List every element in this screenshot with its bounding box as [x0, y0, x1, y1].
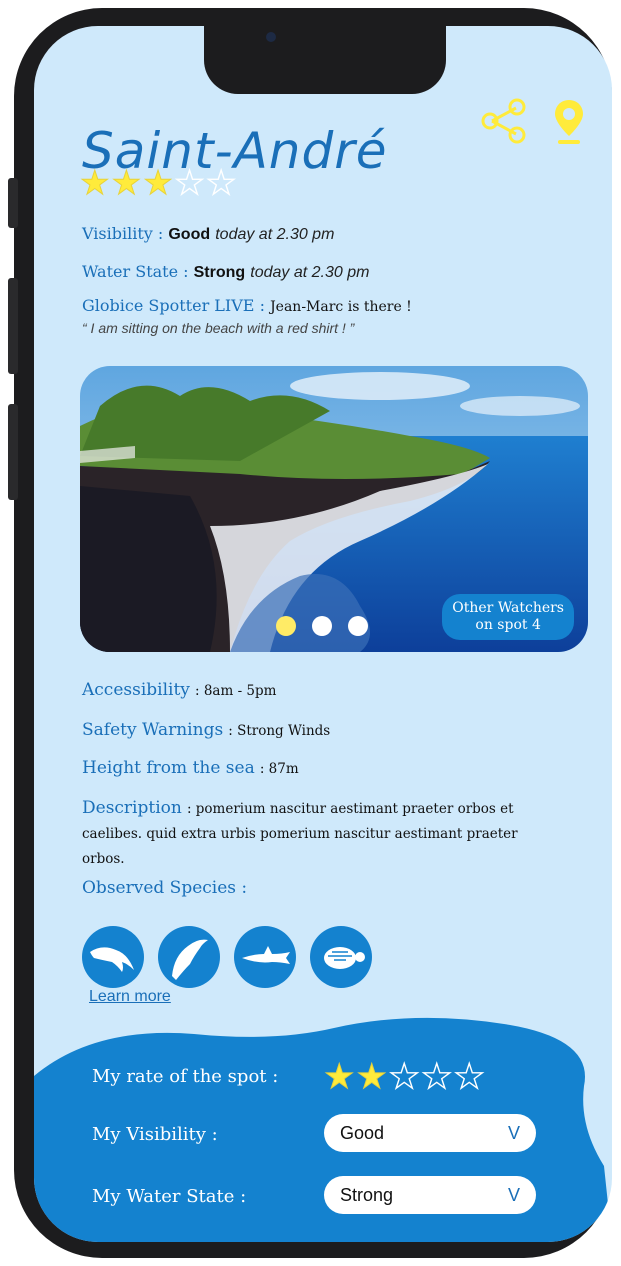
star-filled-icon: ★	[80, 163, 111, 202]
phone-side-button	[8, 278, 18, 374]
description-label: Description	[82, 798, 182, 818]
my-visibility-label: My Visibility :	[92, 1124, 218, 1145]
phone-side-button	[8, 404, 18, 500]
water-state-label: Water State :	[82, 262, 189, 281]
spot-rating: ★ ★ ★ ★ ★	[80, 163, 237, 202]
water-state-line: Water State : Strong today at 2.30 pm	[82, 262, 369, 282]
observed-species-label: Observed Species :	[82, 878, 248, 898]
accessibility-value: : 8am - 5pm	[195, 683, 277, 699]
visibility-time: today at 2.30 pm	[215, 226, 335, 243]
spotter-value: Jean-Marc is there !	[270, 299, 412, 315]
carousel-dots	[276, 616, 368, 636]
my-visibility-value: Good	[340, 1123, 385, 1143]
height-row: Height from the sea : 87m	[82, 758, 299, 778]
spotter-quote: “ I am sitting on the beach with a red s…	[82, 320, 355, 336]
water-state-value: Strong	[193, 264, 246, 281]
chevron-down-icon: V	[507, 1123, 520, 1143]
watchers-line: on spot 4	[475, 617, 541, 634]
chevron-down-icon: V	[507, 1185, 520, 1205]
my-rate-label: My rate of the spot :	[92, 1066, 279, 1087]
spotter-line: Globice Spotter LIVE : Jean-Marc is ther…	[82, 296, 412, 315]
star-empty-icon[interactable]: ★	[388, 1059, 420, 1094]
learn-more-link[interactable]: Learn more	[89, 988, 171, 1006]
location-pin-icon[interactable]	[552, 98, 586, 146]
carousel-dot[interactable]	[348, 616, 368, 636]
carousel-dot[interactable]	[276, 616, 296, 636]
carousel-dot[interactable]	[312, 616, 332, 636]
app-screen: Saint-André ★ ★ ★ ★ ★ Visibility : Good toda…	[34, 26, 612, 1242]
star-filled-icon[interactable]: ★	[323, 1060, 355, 1095]
camera-icon	[266, 32, 276, 42]
share-icon[interactable]	[480, 98, 528, 144]
safety-row: Safety Warnings : Strong Winds	[82, 720, 330, 740]
star-filled-icon[interactable]: ★	[356, 1060, 388, 1095]
other-watchers-badge[interactable]: Other Watchers on spot 4	[442, 594, 574, 640]
star-filled-icon: ★	[111, 163, 142, 202]
accessibility-label: Accessibility	[82, 680, 190, 700]
safety-value: : Strong Winds	[228, 723, 331, 739]
star-empty-icon: ★	[174, 163, 205, 202]
my-rating[interactable]: ★ ★ ★ ★ ★	[323, 1059, 485, 1095]
my-water-state-label: My Water State :	[92, 1186, 247, 1207]
water-state-time: today at 2.30 pm	[250, 264, 370, 281]
phone-notch	[204, 26, 446, 94]
description-block: Description : pomerium nascitur aestiman…	[82, 796, 552, 871]
jumping-dolphin-icon[interactable]	[158, 926, 220, 988]
shark-icon[interactable]	[234, 926, 296, 988]
height-label: Height from the sea	[82, 758, 255, 778]
my-visibility-select[interactable]: Good V	[324, 1114, 536, 1152]
spot-photo-carousel[interactable]: Other Watchers on spot 4	[80, 366, 588, 652]
visibility-label: Visibility :	[82, 224, 164, 243]
spotter-label: Globice Spotter LIVE :	[82, 296, 265, 315]
watchers-line: Other Watchers	[452, 600, 564, 617]
safety-label: Safety Warnings	[82, 720, 224, 740]
star-filled-icon: ★	[143, 163, 174, 202]
my-water-state-value: Strong	[340, 1185, 394, 1205]
star-empty-icon: ★	[206, 163, 237, 202]
my-water-state-select[interactable]: Strong V	[324, 1176, 536, 1214]
visibility-value: Good	[168, 226, 211, 243]
accessibility-row: Accessibility : 8am - 5pm	[82, 680, 276, 700]
turtle-icon[interactable]	[310, 926, 372, 988]
dolphin-icon[interactable]	[82, 926, 144, 988]
phone-side-button	[8, 178, 18, 228]
star-empty-icon[interactable]: ★	[453, 1059, 485, 1094]
star-empty-icon[interactable]: ★	[421, 1059, 453, 1094]
visibility-line: Visibility : Good today at 2.30 pm	[82, 224, 334, 244]
height-value: : 87m	[259, 761, 299, 777]
